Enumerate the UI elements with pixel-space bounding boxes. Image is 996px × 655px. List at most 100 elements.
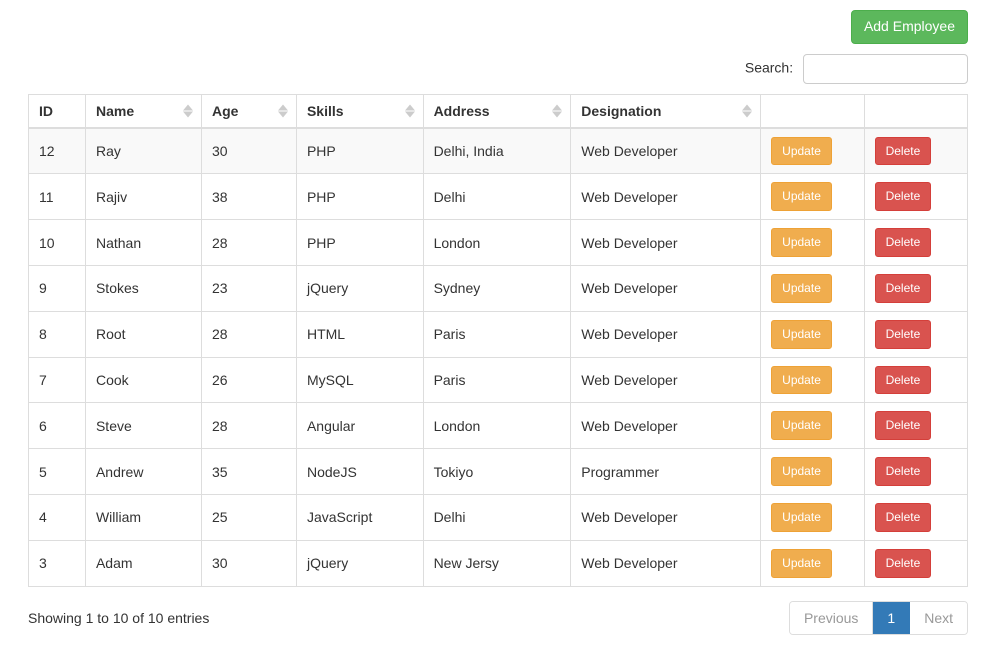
cell-address: London: [423, 220, 571, 266]
cell-designation: Web Developer: [571, 174, 761, 220]
delete-button[interactable]: Delete: [875, 137, 932, 166]
cell-delete: Delete: [864, 311, 967, 357]
cell-address: Delhi: [423, 494, 571, 540]
column-header-skills[interactable]: Skills: [296, 94, 423, 128]
cell-designation: Web Developer: [571, 403, 761, 449]
cell-delete: Delete: [864, 449, 967, 495]
column-header-address[interactable]: Address: [423, 94, 571, 128]
cell-update: Update: [761, 265, 864, 311]
cell-age: 35: [202, 449, 297, 495]
table-row: 4William25JavaScriptDelhiWeb DeveloperUp…: [29, 494, 968, 540]
table-header: ID Name Age Skills Address Designation: [29, 94, 968, 128]
cell-designation: Programmer: [571, 449, 761, 495]
cell-age: 30: [202, 540, 297, 586]
cell-update: Update: [761, 220, 864, 266]
delete-button[interactable]: Delete: [875, 274, 932, 303]
cell-name: Cook: [85, 357, 201, 403]
search-input[interactable]: [803, 54, 968, 84]
delete-button[interactable]: Delete: [875, 182, 932, 211]
table-row: 10Nathan28PHPLondonWeb DeveloperUpdateDe…: [29, 220, 968, 266]
update-button[interactable]: Update: [771, 366, 832, 395]
update-button[interactable]: Update: [771, 137, 832, 166]
cell-delete: Delete: [864, 128, 967, 174]
cell-skills: Angular: [296, 403, 423, 449]
cell-address: Paris: [423, 311, 571, 357]
entries-info: Showing 1 to 10 of 10 entries: [28, 610, 209, 626]
cell-designation: Web Developer: [571, 220, 761, 266]
table-footer: Showing 1 to 10 of 10 entries Previous1N…: [28, 601, 968, 635]
delete-button[interactable]: Delete: [875, 457, 932, 486]
cell-id: 5: [29, 449, 86, 495]
pagination-page-1[interactable]: 1: [873, 602, 910, 634]
cell-name: William: [85, 494, 201, 540]
cell-delete: Delete: [864, 357, 967, 403]
cell-address: New Jersy: [423, 540, 571, 586]
delete-button[interactable]: Delete: [875, 411, 932, 440]
sort-icon[interactable]: [742, 104, 752, 117]
cell-age: 28: [202, 311, 297, 357]
header-label: Skills: [307, 103, 344, 119]
cell-skills: PHP: [296, 220, 423, 266]
cell-address: Sydney: [423, 265, 571, 311]
cell-delete: Delete: [864, 220, 967, 266]
cell-age: 28: [202, 220, 297, 266]
sort-icon[interactable]: [183, 104, 193, 117]
cell-skills: HTML: [296, 311, 423, 357]
table-row: 8Root28HTMLParisWeb DeveloperUpdateDelet…: [29, 311, 968, 357]
update-button[interactable]: Update: [771, 274, 832, 303]
column-header-name[interactable]: Name: [85, 94, 201, 128]
update-button[interactable]: Update: [771, 549, 832, 578]
delete-button[interactable]: Delete: [875, 228, 932, 257]
delete-button[interactable]: Delete: [875, 320, 932, 349]
table-row: 6Steve28AngularLondonWeb DeveloperUpdate…: [29, 403, 968, 449]
cell-address: Delhi, India: [423, 128, 571, 174]
add-employee-button[interactable]: Add Employee: [851, 10, 968, 44]
cell-id: 4: [29, 494, 86, 540]
cell-age: 30: [202, 128, 297, 174]
cell-update: Update: [761, 311, 864, 357]
header-label: Age: [212, 103, 238, 119]
cell-address: Tokiyo: [423, 449, 571, 495]
column-header-age[interactable]: Age: [202, 94, 297, 128]
sort-icon[interactable]: [405, 104, 415, 117]
table-row: 5Andrew35NodeJSTokiyoProgrammerUpdateDel…: [29, 449, 968, 495]
column-header-action: [864, 94, 967, 128]
cell-update: Update: [761, 174, 864, 220]
sort-icon[interactable]: [552, 104, 562, 117]
top-actions: Add Employee: [28, 10, 968, 44]
cell-name: Andrew: [85, 449, 201, 495]
update-button[interactable]: Update: [771, 503, 832, 532]
pagination-previous: Previous: [790, 602, 873, 634]
header-label: ID: [39, 103, 53, 119]
cell-id: 6: [29, 403, 86, 449]
update-button[interactable]: Update: [771, 320, 832, 349]
cell-age: 28: [202, 403, 297, 449]
cell-id: 8: [29, 311, 86, 357]
cell-name: Rajiv: [85, 174, 201, 220]
cell-designation: Web Developer: [571, 128, 761, 174]
update-button[interactable]: Update: [771, 411, 832, 440]
table-body: 12Ray30PHPDelhi, IndiaWeb DeveloperUpdat…: [29, 128, 968, 586]
column-header-designation[interactable]: Designation: [571, 94, 761, 128]
update-button[interactable]: Update: [771, 228, 832, 257]
cell-address: Paris: [423, 357, 571, 403]
cell-designation: Web Developer: [571, 265, 761, 311]
cell-id: 10: [29, 220, 86, 266]
sort-icon[interactable]: [278, 104, 288, 117]
header-label: Address: [434, 103, 490, 119]
cell-designation: Web Developer: [571, 311, 761, 357]
cell-name: Ray: [85, 128, 201, 174]
delete-button[interactable]: Delete: [875, 366, 932, 395]
column-header-action: [761, 94, 864, 128]
header-label: Name: [96, 103, 134, 119]
employee-table: IDNameAgeSkillsAddressDesignation 12Ray3…: [28, 94, 968, 587]
table-row: 12Ray30PHPDelhi, IndiaWeb DeveloperUpdat…: [29, 128, 968, 174]
cell-delete: Delete: [864, 540, 967, 586]
update-button[interactable]: Update: [771, 457, 832, 486]
update-button[interactable]: Update: [771, 182, 832, 211]
delete-button[interactable]: Delete: [875, 549, 932, 578]
cell-skills: MySQL: [296, 357, 423, 403]
cell-id: 12: [29, 128, 86, 174]
table-row: 3Adam30jQueryNew JersyWeb DeveloperUpdat…: [29, 540, 968, 586]
delete-button[interactable]: Delete: [875, 503, 932, 532]
